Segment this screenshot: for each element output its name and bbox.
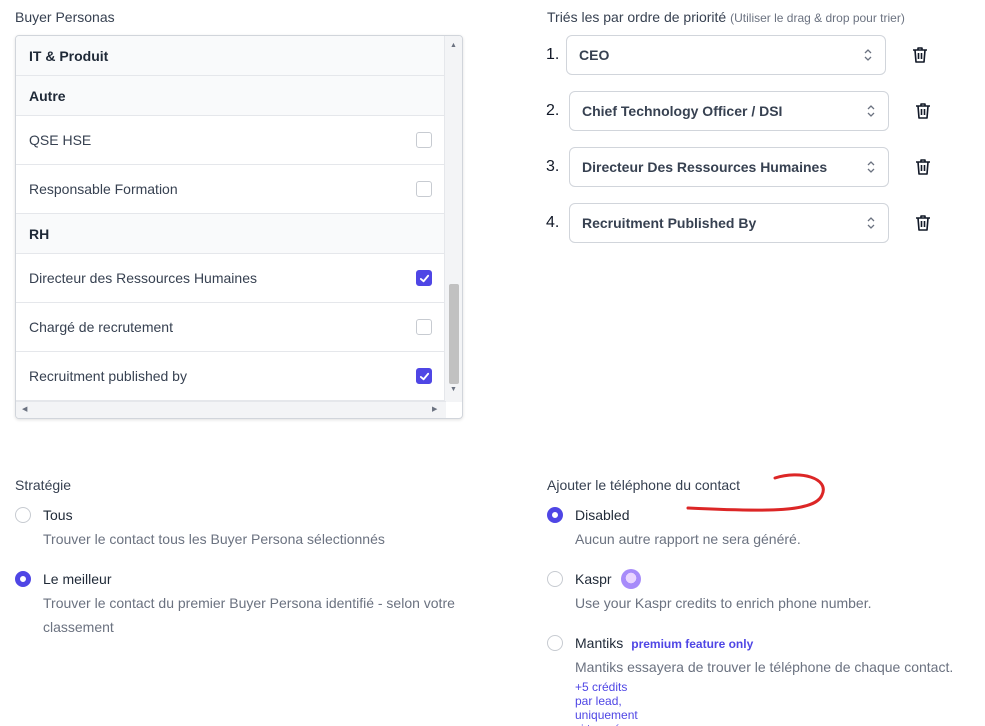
red-annotation-stroke bbox=[686, 473, 825, 512]
